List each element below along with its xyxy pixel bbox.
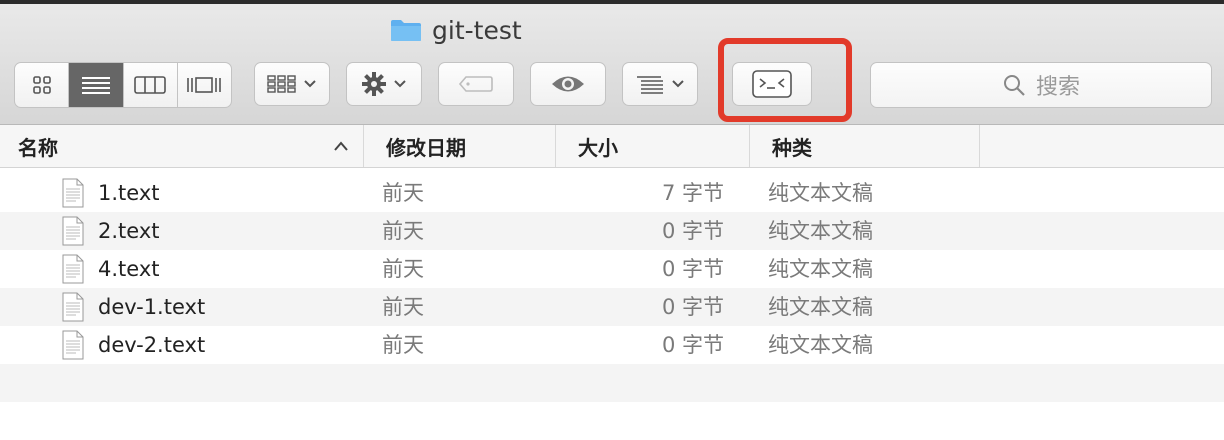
empty-row [0, 364, 1224, 402]
empty-row [0, 402, 1224, 440]
file-kind: 纯文本文稿 [768, 333, 873, 357]
file-kind: 纯文本文稿 [768, 181, 873, 205]
column-header-name-label: 名称 [18, 135, 58, 160]
file-name: 2.text [98, 219, 160, 243]
file-size: 7 字节 [661, 181, 724, 205]
sort-ascending-icon [333, 137, 349, 156]
arrange-grid-icon [267, 75, 296, 93]
text-document-icon [62, 330, 84, 360]
arrange-button[interactable] [254, 62, 330, 106]
file-size: 0 字节 [661, 257, 724, 281]
search-field[interactable]: 搜索 [870, 62, 1212, 108]
file-name: 4.text [98, 257, 160, 281]
file-size: 0 字节 [661, 219, 724, 243]
table-row[interactable]: 1.text 前天 7 字节 纯文本文稿 [0, 174, 1224, 212]
file-name: dev-1.text [98, 295, 206, 319]
list-icon [81, 77, 110, 94]
action-button[interactable] [346, 62, 422, 106]
file-size: 0 字节 [661, 333, 724, 357]
window-title: git-test [390, 14, 522, 46]
table-row[interactable]: 4.text 前天 0 字节 纯文本文稿 [0, 250, 1224, 288]
column-header: 名称 修改日期 大小 种类 [0, 125, 1224, 168]
column-header-date[interactable]: 修改日期 [364, 125, 556, 167]
list-view-button[interactable] [69, 63, 124, 107]
column-header-date-label: 修改日期 [386, 135, 466, 160]
chevron-down-icon [672, 80, 684, 88]
file-date: 前天 [382, 333, 424, 357]
file-kind: 纯文本文稿 [768, 219, 873, 243]
grid-icon [32, 76, 51, 94]
column-header-kind-label: 种类 [772, 135, 812, 160]
table-row[interactable]: dev-2.text 前天 0 字节 纯文本文稿 [0, 326, 1224, 364]
quick-look-button[interactable] [530, 62, 606, 106]
column-header-kind[interactable]: 种类 [750, 125, 980, 167]
chevron-down-icon [394, 80, 406, 88]
text-document-icon [62, 178, 84, 208]
table-row[interactable]: dev-1.text 前天 0 字节 纯文本文稿 [0, 288, 1224, 326]
group-button[interactable] [622, 62, 698, 106]
file-date: 前天 [382, 181, 424, 205]
text-document-icon [62, 216, 84, 246]
toolbar: git-test 搜索 [0, 4, 1224, 125]
file-date: 前天 [382, 295, 424, 319]
column-header-size-label: 大小 [578, 135, 618, 160]
tag-icon [458, 76, 493, 92]
terminal-icon [752, 70, 792, 98]
search-placeholder: 搜索 [1035, 75, 1080, 100]
file-date: 前天 [382, 219, 424, 243]
search-icon [1003, 75, 1025, 96]
table-row[interactable]: 2.text 前天 0 字节 纯文本文稿 [0, 212, 1224, 250]
file-size: 0 字节 [661, 295, 724, 319]
open-terminal-button[interactable] [732, 62, 812, 106]
file-name: 1.text [98, 181, 160, 205]
column-header-name[interactable]: 名称 [0, 125, 364, 167]
icon-view-button[interactable] [15, 63, 70, 107]
view-mode-control[interactable] [14, 62, 232, 108]
file-name: dev-2.text [98, 333, 206, 357]
column-view-button[interactable] [124, 63, 178, 107]
tag-button[interactable] [438, 62, 514, 106]
chevron-down-icon [304, 80, 316, 88]
cover-flow-view-button[interactable] [178, 63, 231, 107]
group-list-icon [637, 76, 663, 94]
file-list: 1.text 前天 7 字节 纯文本文稿 2.text 前天 0 字节 纯文本文… [0, 174, 1224, 440]
cover-flow-icon [187, 77, 222, 93]
file-date: 前天 [382, 257, 424, 281]
text-document-icon [62, 254, 84, 284]
columns-icon [134, 76, 166, 94]
folder-icon [390, 18, 422, 42]
file-kind: 纯文本文稿 [768, 257, 873, 281]
gear-icon [362, 72, 386, 96]
text-document-icon [62, 292, 84, 322]
file-kind: 纯文本文稿 [768, 295, 873, 319]
eye-icon [552, 76, 584, 92]
window-title-text: git-test [432, 15, 522, 45]
column-header-size[interactable]: 大小 [556, 125, 750, 167]
